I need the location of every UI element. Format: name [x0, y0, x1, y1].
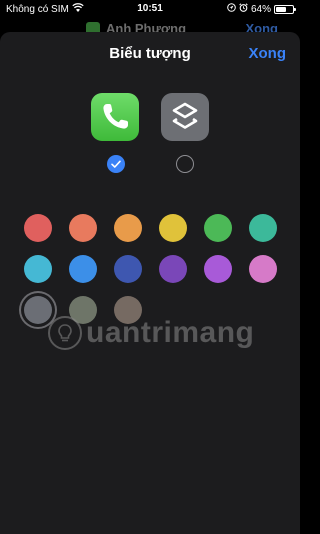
color-swatch[interactable] [69, 255, 97, 283]
status-bar: Không có SIM 10:51 64% [0, 0, 300, 18]
checkmark-icon [111, 160, 121, 168]
color-swatch[interactable] [249, 255, 277, 283]
phone-handset-icon [103, 104, 128, 129]
color-swatch[interactable] [159, 255, 187, 283]
color-swatch[interactable] [159, 214, 187, 242]
battery-level-fill [276, 6, 287, 12]
background-screen-header: Anh Phương Xong [0, 18, 300, 32]
icon-picker-sheet: Biểu tượng Xong uantrimang [0, 32, 300, 534]
alarm-icon [239, 3, 248, 15]
shortcuts-app-icon[interactable] [161, 93, 209, 141]
location-icon [227, 3, 236, 15]
battery-percent: 64% [250, 3, 271, 15]
phone-icon-radio[interactable] [107, 155, 125, 173]
lightbulb-logo-icon [48, 316, 82, 350]
shortcuts-icon-radio[interactable] [176, 155, 194, 173]
color-swatch[interactable] [204, 255, 232, 283]
phone-app-icon[interactable] [91, 93, 139, 141]
battery-icon [274, 4, 296, 14]
shortcuts-layers-icon [172, 102, 198, 129]
color-swatch[interactable] [69, 214, 97, 242]
status-right: 64% [227, 3, 296, 15]
color-swatch[interactable] [24, 214, 52, 242]
background-app-icon [86, 22, 100, 32]
color-swatch[interactable] [114, 214, 142, 242]
color-swatch[interactable] [114, 255, 142, 283]
done-button[interactable]: Xong [249, 45, 287, 62]
background-done-button: Xong [245, 21, 279, 32]
color-swatch[interactable] [204, 214, 232, 242]
watermark-text: uantrimang [86, 316, 255, 349]
watermark: uantrimang [48, 316, 254, 350]
color-swatch[interactable] [249, 214, 277, 242]
background-title: Anh Phương [106, 21, 187, 32]
color-swatch[interactable] [24, 255, 52, 283]
